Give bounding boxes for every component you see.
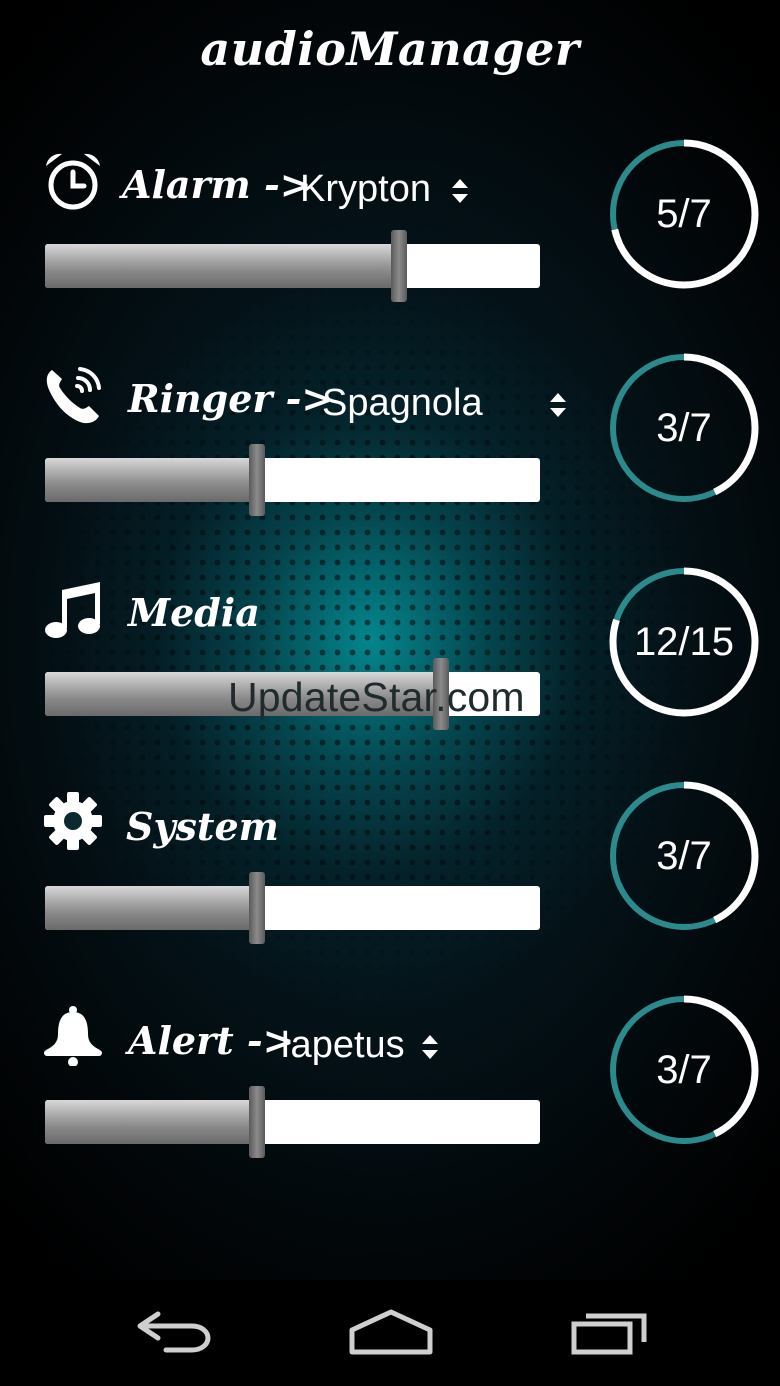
sound-selector-alert[interactable]: Iapetus <box>280 1024 405 1067</box>
slider-thumb[interactable] <box>249 1086 266 1158</box>
volume-slider-alarm[interactable] <box>45 230 540 302</box>
volume-slider-ringer[interactable] <box>45 444 540 516</box>
volume-ring-media: 12/15 <box>606 564 762 720</box>
alarm-clock-icon <box>42 150 104 212</box>
volume-ring-ringer: 3/7 <box>606 350 762 506</box>
volume-level-text: 3/7 <box>656 405 712 450</box>
home-icon[interactable] <box>346 1306 436 1358</box>
stream-label: Ringer -> <box>128 376 334 421</box>
slider-thumb[interactable] <box>249 872 266 944</box>
volume-ring-alarm: 5/7 <box>606 136 762 292</box>
app-title: audioManager <box>200 22 580 76</box>
sound-selector-ringer[interactable]: Spagnola <box>322 382 483 425</box>
back-icon[interactable] <box>130 1306 220 1358</box>
slider-fill <box>45 886 258 930</box>
volume-ring-alert: 3/7 <box>606 992 762 1148</box>
stream-label: System <box>126 804 279 849</box>
recent-apps-icon[interactable] <box>566 1306 656 1358</box>
stream-row-alarm: Alarm -> Krypton 5/7 <box>0 139 780 320</box>
slider-fill <box>45 244 399 288</box>
bell-icon <box>42 1004 104 1067</box>
dropdown-arrows-icon[interactable] <box>548 390 568 420</box>
stream-row-alert: Alert -> Iapetus 3/7 <box>0 995 780 1176</box>
dropdown-arrows-icon[interactable] <box>450 176 470 206</box>
volume-level-text: 3/7 <box>656 833 712 878</box>
volume-level-text: 12/15 <box>633 619 735 664</box>
watermark-text: UpdateStar.com <box>228 674 525 720</box>
volume-ring-system: 3/7 <box>606 778 762 934</box>
stream-label: Alarm -> <box>122 162 312 207</box>
volume-slider-system[interactable] <box>45 872 540 944</box>
sound-selector-alarm[interactable]: Krypton <box>300 168 431 211</box>
stream-row-media: Media 12/15 <box>0 567 780 748</box>
screen: audioManager Alarm -> Krypton 5/7 Ringer… <box>0 0 780 1386</box>
gear-icon <box>42 790 104 852</box>
volume-level-text: 3/7 <box>656 1047 712 1092</box>
slider-thumb[interactable] <box>249 444 266 516</box>
stream-label: Media <box>128 590 260 635</box>
stream-row-system: System 3/7 <box>0 781 780 962</box>
stream-label: Alert -> <box>128 1018 295 1063</box>
slider-thumb[interactable] <box>390 230 407 302</box>
navigation-bar <box>0 1280 780 1386</box>
slider-fill <box>45 458 258 502</box>
dropdown-arrows-icon[interactable] <box>420 1032 440 1062</box>
slider-fill <box>45 1100 258 1144</box>
stream-row-ringer: Ringer -> Spagnola 3/7 <box>0 353 780 534</box>
phone-ringing-icon <box>42 364 104 426</box>
volume-slider-alert[interactable] <box>45 1086 540 1158</box>
music-note-icon <box>42 580 104 642</box>
volume-level-text: 5/7 <box>656 191 712 236</box>
